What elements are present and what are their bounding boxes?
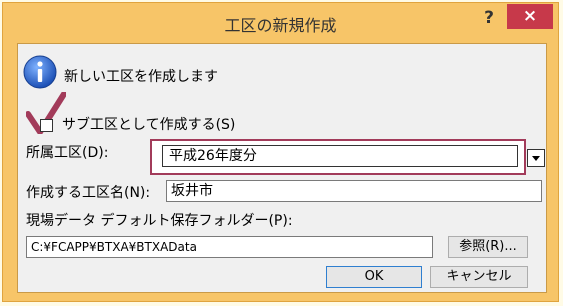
parent-area-highlight: 平成26年度分 xyxy=(150,139,526,175)
title-bar[interactable]: 工区の新規作成 ? × xyxy=(3,3,558,41)
parent-area-label: 所属工区(D): xyxy=(26,145,109,161)
parent-area-select[interactable]: 平成26年度分 xyxy=(162,145,518,167)
sub-area-checkbox[interactable] xyxy=(40,119,53,132)
cancel-button[interactable]: キャンセル xyxy=(430,266,528,288)
sub-area-checkbox-label[interactable]: サブ工区として作成する(S) xyxy=(62,114,235,134)
folder-label: 現場データ デフォルト保存フォルダー(P): xyxy=(26,213,293,229)
close-button[interactable]: × xyxy=(507,4,553,29)
area-name-label: 作成する工区名(N): xyxy=(26,185,151,201)
dialog-title: 工区の新規作成 xyxy=(224,16,337,35)
info-message: 新しい工区を作成します xyxy=(64,69,218,85)
ok-button[interactable]: OK xyxy=(326,266,422,288)
chevron-down-icon[interactable] xyxy=(527,149,545,167)
info-icon xyxy=(23,55,57,89)
help-button[interactable]: ? xyxy=(477,7,501,31)
area-name-input[interactable]: 坂井市 xyxy=(166,180,542,202)
folder-path-input[interactable]: C:¥FCAPP¥BTXA¥BTXAData xyxy=(26,236,433,258)
dialog-body: 新しい工区を作成します サブ工区として作成する(S) 所属工区(D): 平成26… xyxy=(17,43,547,293)
dialog-window: 工区の新規作成 ? × 新しい工区を作成します サブ工区として作成する(S) 所… xyxy=(2,2,559,302)
browse-button[interactable]: 参照(R)... xyxy=(448,236,528,258)
